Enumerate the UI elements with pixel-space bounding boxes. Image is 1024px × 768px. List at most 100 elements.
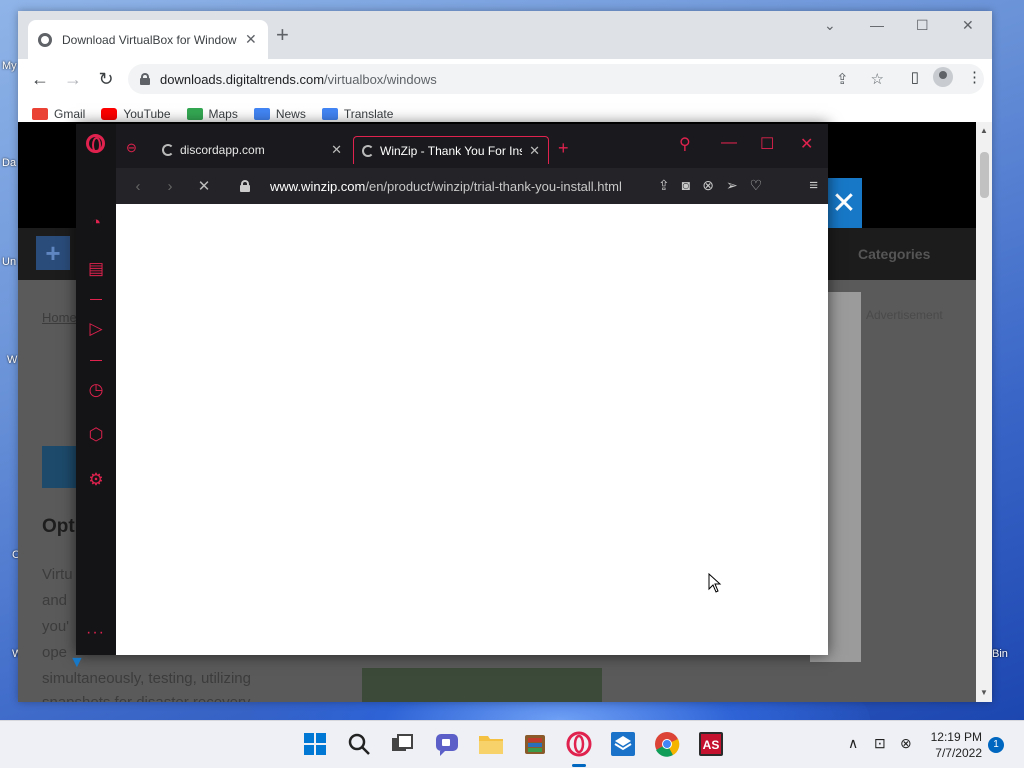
- back-button[interactable]: ‹: [128, 178, 148, 195]
- plus-icon[interactable]: +: [36, 236, 70, 270]
- opera-minimize-button[interactable]: —: [721, 134, 737, 152]
- minimize-button[interactable]: —: [870, 17, 884, 33]
- tab-close-icon[interactable]: ✕: [331, 142, 342, 158]
- bookmark-youtube[interactable]: YouTube: [101, 107, 171, 121]
- share-icon[interactable]: ⇪: [658, 177, 670, 194]
- snapshot-camera-icon[interactable]: ◙: [682, 177, 690, 194]
- ad-block-icon[interactable]: ⊗: [702, 177, 714, 194]
- reload-button[interactable]: ↻: [92, 65, 120, 93]
- file-explorer-icon[interactable]: [478, 731, 504, 757]
- opera-tab-discord[interactable]: discordapp.com ✕: [154, 136, 350, 164]
- loading-spinner-icon: [162, 144, 174, 156]
- sidebar-more-icon[interactable]: ···: [86, 624, 105, 642]
- share-icon[interactable]: ⇪: [836, 70, 849, 88]
- forward-button[interactable]: ›: [160, 178, 180, 195]
- opera-tab-winzip[interactable]: WinZip - Thank You For Installing ✕: [353, 136, 549, 164]
- chrome-menu-icon[interactable]: ⋮: [967, 68, 982, 86]
- chat-icon[interactable]: [434, 731, 460, 757]
- winrar-icon[interactable]: [522, 731, 548, 757]
- back-button[interactable]: ←: [26, 65, 54, 93]
- opera-logo-icon[interactable]: [86, 134, 105, 153]
- translate-icon: [321, 107, 338, 120]
- network-icon[interactable]: ⊡: [874, 735, 886, 752]
- active-app-indicator: [572, 764, 586, 767]
- send-icon[interactable]: ➢: [726, 177, 738, 194]
- side-panel-icon[interactable]: ▯: [911, 68, 919, 86]
- settings-gear-icon[interactable]: ⚙: [86, 470, 106, 490]
- tab-close-icon[interactable]: ✕: [245, 31, 257, 48]
- start-icon[interactable]: [302, 731, 328, 757]
- overlay-close-button[interactable]: ✕: [826, 178, 862, 230]
- breadcrumb-home[interactable]: Home: [42, 310, 77, 325]
- bookmark-news[interactable]: News: [253, 107, 306, 121]
- desktop-icon-label[interactable]: Un: [2, 256, 16, 268]
- new-tab-button[interactable]: +: [276, 24, 289, 46]
- system-clock[interactable]: 12:19 PM 7/7/2022: [926, 729, 982, 761]
- desktop-icon-label[interactable]: W: [7, 354, 17, 366]
- stop-loading-button[interactable]: ✕: [194, 177, 214, 195]
- bookmark-gmail[interactable]: Gmail: [32, 107, 85, 121]
- sidebar-divider: [90, 299, 102, 300]
- youtube-icon: [101, 107, 118, 120]
- opera-close-button[interactable]: ✕: [800, 134, 813, 154]
- download-arrow-icon: ▼: [69, 654, 85, 671]
- bookmark-translate[interactable]: Translate: [321, 107, 393, 121]
- extensions-cube-icon[interactable]: ⬡: [86, 425, 106, 445]
- desktop-icon-label[interactable]: Da: [2, 157, 16, 169]
- scroll-down-icon[interactable]: ▼: [980, 688, 988, 697]
- page-scrollbar[interactable]: ▲ ▼: [976, 122, 992, 702]
- bookmark-star-icon[interactable]: ☆: [871, 70, 884, 88]
- search-icon[interactable]: [346, 731, 372, 757]
- opera-gx-icon[interactable]: [566, 731, 592, 757]
- close-window-button[interactable]: ✕: [962, 17, 974, 34]
- gmail-icon: [32, 107, 48, 120]
- body-text-line: and: [42, 592, 68, 609]
- gamepad-icon[interactable]: ⊖: [126, 140, 137, 156]
- advertisement-label: Advertisement: [866, 308, 943, 322]
- show-hidden-icons[interactable]: ∧: [848, 735, 858, 752]
- maps-icon: [186, 107, 203, 120]
- scroll-up-icon[interactable]: ▲: [980, 126, 988, 135]
- player-icon[interactable]: ▷: [86, 319, 106, 339]
- loading-spinner-icon: [362, 144, 374, 157]
- history-icon[interactable]: ◷: [86, 380, 106, 400]
- news-icon: [253, 107, 270, 120]
- gx-corner-icon[interactable]: ▤: [86, 259, 106, 279]
- body-text-line: simultaneously, testing, utilizing: [42, 670, 251, 687]
- lock-icon[interactable]: [240, 180, 250, 192]
- notification-badge[interactable]: 1: [988, 737, 1004, 753]
- sidebar-divider: [90, 360, 102, 361]
- bookmark-heart-icon[interactable]: ♡: [750, 177, 763, 194]
- tab-search-icon[interactable]: ⌄: [824, 17, 836, 34]
- opera-search-icon[interactable]: ⚲: [679, 134, 691, 154]
- opera-address-row: ‹ › ✕ www.winzip.com/en/product/winzip/t…: [116, 168, 828, 204]
- gx-control-icon[interactable]: ◔: [86, 213, 106, 233]
- volume-muted-icon[interactable]: ⊗: [900, 735, 912, 752]
- maximize-button[interactable]: ☐: [916, 17, 929, 34]
- bookmark-maps[interactable]: Maps: [186, 107, 238, 121]
- desktop-icon-label[interactable]: My: [2, 60, 17, 72]
- article-image: [362, 668, 602, 702]
- svg-text:AS: AS: [703, 738, 720, 752]
- opera-maximize-button[interactable]: ☐: [760, 134, 774, 154]
- forward-button[interactable]: →: [59, 65, 87, 93]
- easy-setup-icon[interactable]: ≡: [809, 177, 818, 194]
- task-view-icon[interactable]: [390, 731, 416, 757]
- clock-date: 7/7/2022: [935, 746, 982, 760]
- scroll-thumb[interactable]: [980, 152, 989, 198]
- body-text-line: snapshots for disaster recovery: [42, 694, 250, 702]
- profile-avatar[interactable]: [933, 67, 953, 87]
- chrome-icon[interactable]: [654, 731, 680, 757]
- lock-icon[interactable]: [140, 73, 150, 85]
- section-heading: Opt: [42, 516, 75, 537]
- desktop-icon-label[interactable]: Bin: [992, 648, 1008, 660]
- opera-url-field[interactable]: www.winzip.com/en/product/winzip/trial-t…: [270, 179, 648, 194]
- opera-new-tab-button[interactable]: +: [558, 138, 569, 159]
- anysoftware-icon[interactable]: AS: [698, 731, 724, 757]
- virtualbox-icon[interactable]: [610, 731, 636, 757]
- tab-close-icon[interactable]: ✕: [529, 143, 540, 159]
- chrome-tab-active[interactable]: Download VirtualBox for Windows ✕: [28, 20, 268, 59]
- nav-categories[interactable]: Categories: [858, 246, 930, 262]
- address-bar[interactable]: downloads.digitaltrends.com/virtualbox/w…: [128, 64, 984, 94]
- url-text: downloads.digitaltrends.com/virtualbox/w…: [160, 71, 437, 87]
